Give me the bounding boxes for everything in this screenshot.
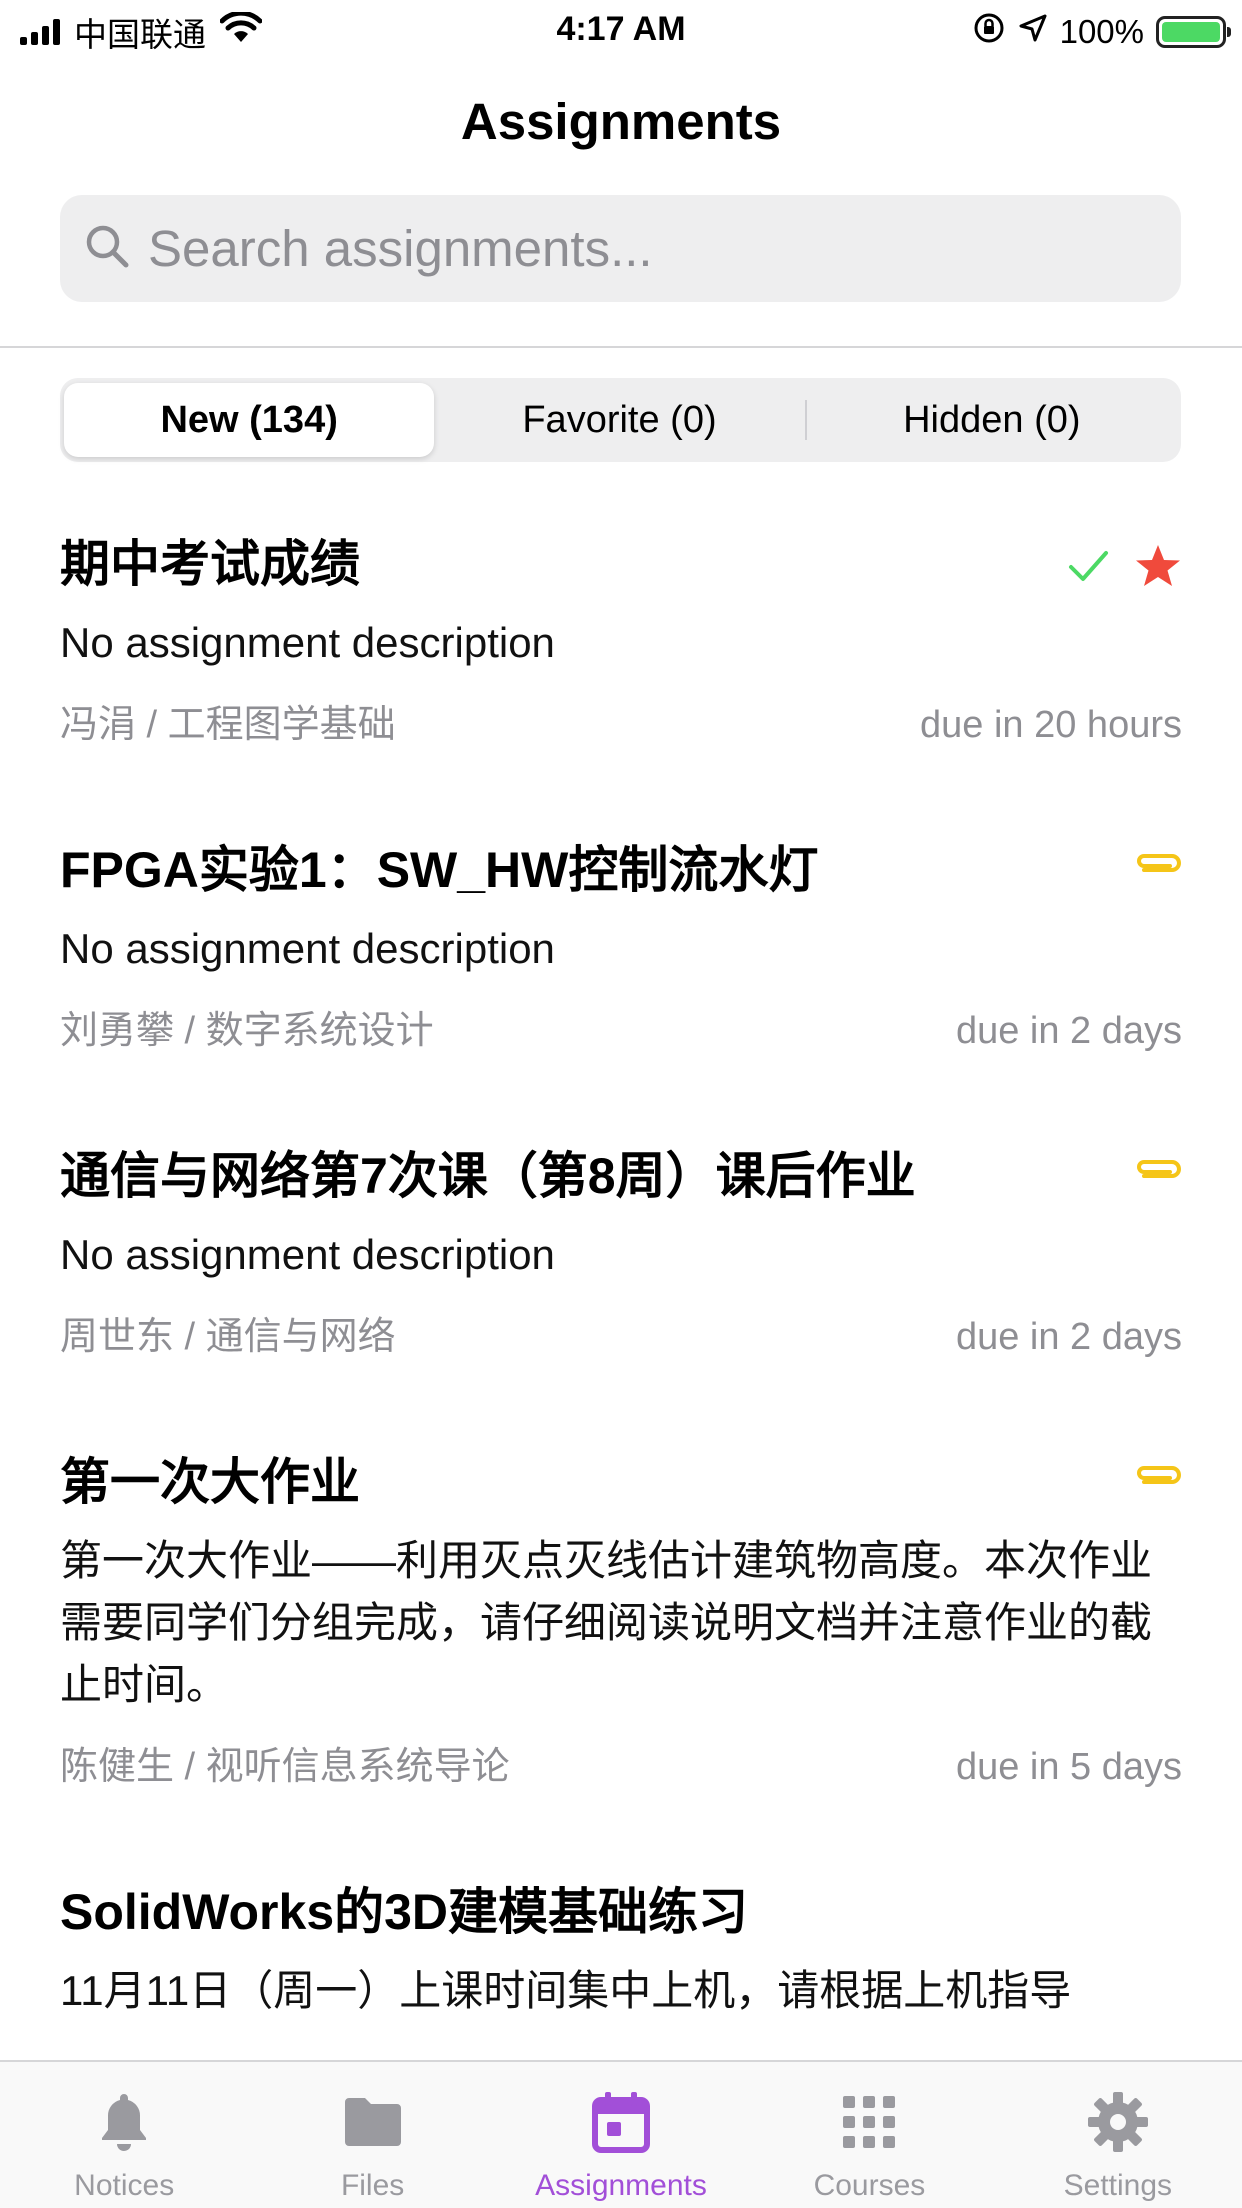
- location-icon: [1018, 13, 1048, 51]
- list-item[interactable]: FPGA实验1：SW_HW控制流水灯 No assignment descrip…: [0, 834, 1242, 1056]
- assignment-description: No assignment description: [60, 1231, 555, 1278]
- assignment-title: 第一次大作业: [60, 1454, 360, 1510]
- checkmark-icon: [1066, 544, 1110, 593]
- battery-icon: [1156, 16, 1231, 48]
- gear-icon: [1086, 2090, 1150, 2159]
- assignment-meta-row: 周世东 / 通信与网络 due in 2 days: [60, 1312, 1182, 1362]
- list-item[interactable]: 期中考试成绩 No assignment description 冯涓 / 工程…: [0, 528, 1242, 750]
- status-right: 100%: [972, 10, 1231, 54]
- orientation-lock-icon: [972, 11, 1006, 53]
- tab-label: Courses: [813, 2169, 926, 2202]
- assignment-list: 期中考试成绩 No assignment description 冯涓 / 工程…: [0, 500, 1242, 2060]
- tab-label: Files: [340, 2169, 405, 2202]
- assignment-title: FPGA实验1：SW_HW控制流水灯: [60, 842, 819, 898]
- search-icon: [82, 221, 132, 276]
- paperclip-icon: [1134, 1460, 1182, 1495]
- item-icons: [1134, 1460, 1182, 1495]
- assignment-course: 周世东 / 通信与网络: [60, 1316, 396, 1358]
- tab-label: Settings: [1063, 2169, 1173, 2202]
- assignment-due: due in 2 days: [955, 1316, 1182, 1358]
- item-icons: [1134, 1154, 1182, 1189]
- star-icon[interactable]: [1134, 542, 1182, 595]
- list-item[interactable]: 通信与网络第7次课（第8周）课后作业 No assignment descrip…: [0, 1140, 1242, 1362]
- header-divider: [0, 346, 1242, 348]
- assignment-course: 陈健生 / 视听信息系统导论: [60, 1746, 510, 1788]
- paperclip-icon: [1134, 848, 1182, 883]
- assignment-meta-row: 陈健生 / 视听信息系统导论 due in 5 days: [60, 1742, 1182, 1792]
- assignment-due: due in 2 days: [955, 1010, 1182, 1052]
- assignment-due: due in 5 days: [955, 1746, 1182, 1788]
- bell-icon: [96, 2090, 152, 2159]
- tab-label: Notices: [74, 2169, 175, 2202]
- assignment-description: 11月11日（周一）上课时间集中上机，请根据上机指导: [60, 1967, 1072, 2014]
- segment-favorite[interactable]: Favorite (0): [434, 383, 804, 457]
- tab-notices[interactable]: Notices: [0, 2062, 248, 2208]
- tab-label: Assignments: [535, 2169, 707, 2202]
- folder-icon: [341, 2090, 405, 2159]
- assignment-meta-row: 刘勇攀 / 数字系统设计 due in 2 days: [60, 1006, 1182, 1056]
- tab-courses[interactable]: Courses: [745, 2062, 993, 2208]
- item-icons: [1066, 542, 1182, 595]
- assignment-course: 冯涓 / 工程图学基础: [60, 704, 396, 746]
- search-input[interactable]: [148, 219, 1128, 278]
- assignment-title: 期中考试成绩: [60, 536, 360, 592]
- assignment-course: 刘勇攀 / 数字系统设计: [60, 1010, 434, 1052]
- page-title: Assignments: [460, 93, 782, 150]
- status-bar: 中国联通 4:17 AM 100%: [0, 0, 1242, 62]
- paperclip-icon: [1134, 1154, 1182, 1189]
- tab-settings[interactable]: Settings: [994, 2062, 1242, 2208]
- tab-bar: Notices Files Assignments Courses Settin…: [0, 2060, 1242, 2208]
- assignment-description: No assignment description: [60, 925, 555, 972]
- battery-percent: 100%: [1059, 13, 1144, 50]
- assignment-due: due in 20 hours: [920, 704, 1182, 746]
- item-icons: [1134, 848, 1182, 883]
- grid-icon: [839, 2090, 899, 2159]
- assignment-description: 第一次大作业——利用灭点灭线估计建筑物高度。本次作业需要同学们分组完成，请仔细阅…: [60, 1537, 1153, 1708]
- tab-assignments[interactable]: Assignments: [497, 2062, 745, 2208]
- search-bar[interactable]: [60, 195, 1181, 302]
- list-item[interactable]: SolidWorks的3D建模基础练习 11月11日（周一）上课时间集中上机，请…: [0, 1876, 1242, 2022]
- list-item[interactable]: 第一次大作业 第一次大作业——利用灭点灭线估计建筑物高度。本次作业需要同学们分组…: [0, 1446, 1242, 1792]
- calendar-icon: [591, 2090, 651, 2159]
- assignment-title: SolidWorks的3D建模基础练习: [60, 1884, 749, 1940]
- assignment-description: No assignment description: [60, 619, 555, 666]
- segment-new[interactable]: New (134): [64, 383, 435, 457]
- segmented-control: New (134) Favorite (0) Hidden (0): [60, 378, 1181, 462]
- assignment-meta-row: 冯涓 / 工程图学基础 due in 20 hours: [60, 700, 1182, 750]
- segment-hidden[interactable]: Hidden (0): [807, 383, 1177, 457]
- tab-files[interactable]: Files: [248, 2062, 496, 2208]
- assignment-title: 通信与网络第7次课（第8周）课后作业: [60, 1148, 916, 1204]
